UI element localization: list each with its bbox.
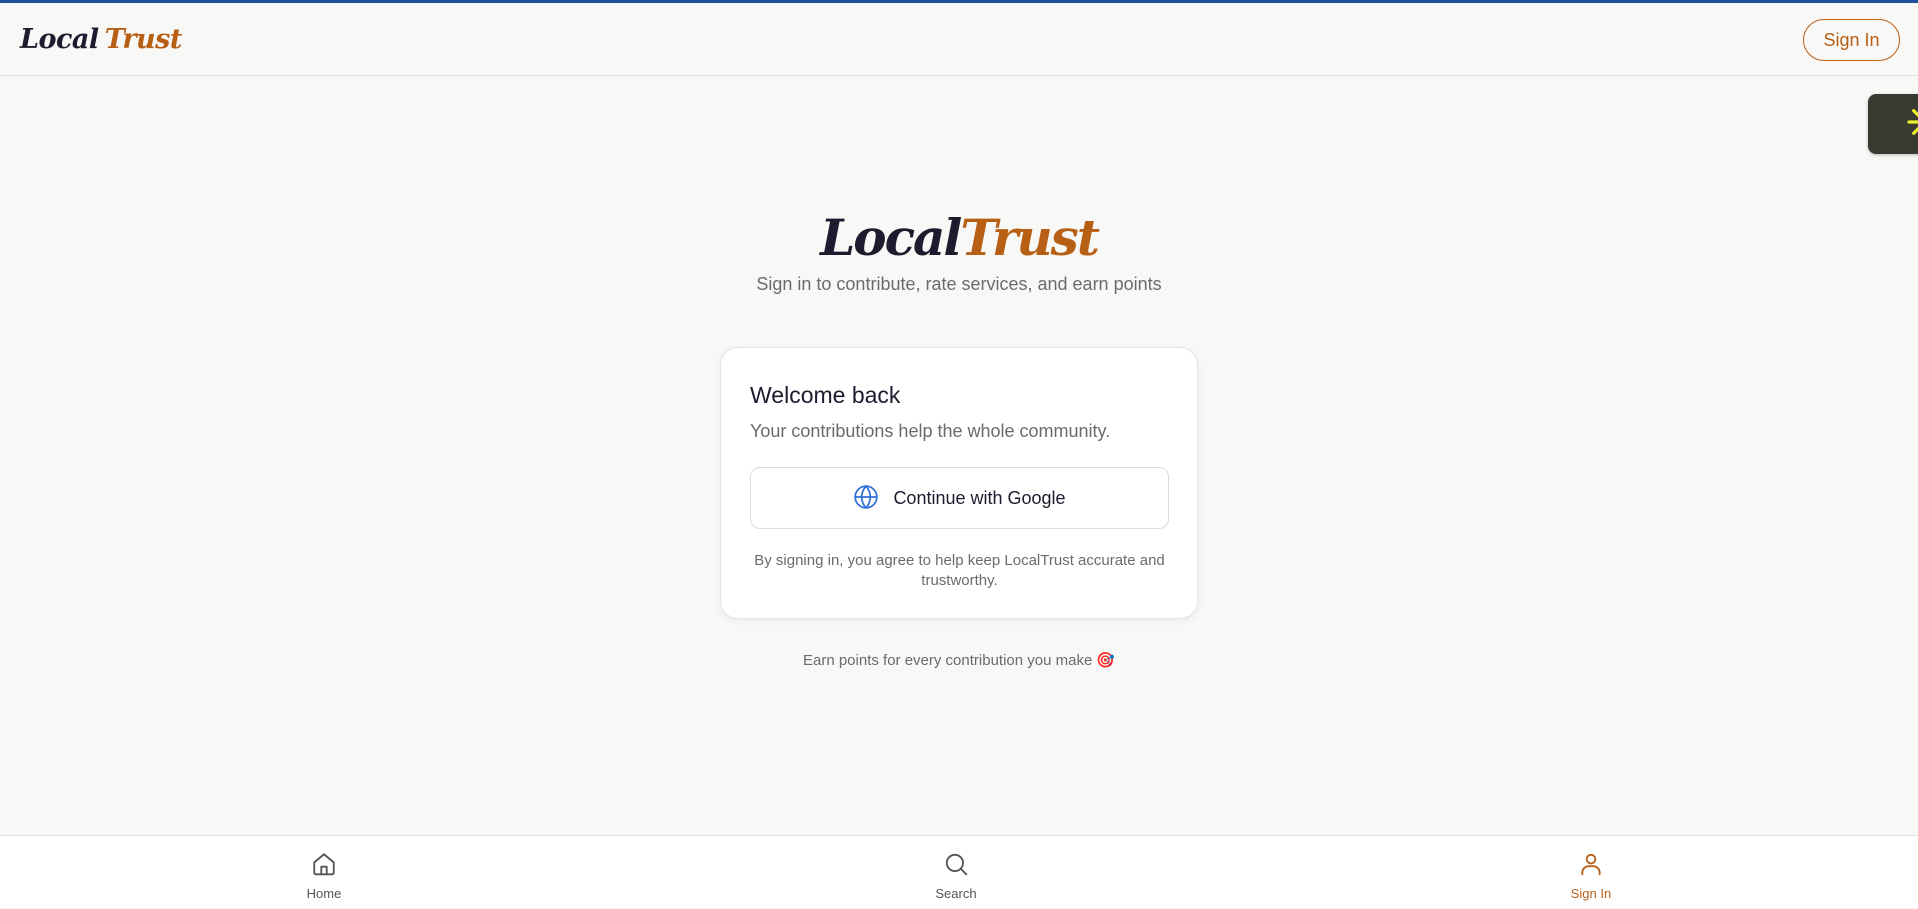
floating-widget[interactable] [1868,94,1918,154]
continue-with-google-button[interactable]: Continue with Google [750,467,1169,529]
header-sign-in-button[interactable]: Sign In [1803,19,1900,61]
google-button-label: Continue with Google [893,487,1066,508]
asterisk-icon [1906,103,1918,146]
hero-logo-word-trust: Trust [960,208,1100,267]
home-icon [311,851,337,882]
search-icon [943,851,969,882]
terms-note: By signing in, you agree to help keep Lo… [754,552,1165,589]
nav-item-search[interactable]: Search [896,836,1016,909]
header-logo[interactable]: Local Trust [20,24,182,56]
bottom-navigation: Home Search Sign In [0,835,1918,908]
nav-label-home: Home [306,886,342,901]
globe-icon [853,484,879,513]
sign-in-card: Welcome back Your contributions help the… [720,347,1198,619]
hero-logo-word-local: Local [820,208,962,267]
user-icon [1578,851,1604,882]
app-header: Local Trust Sign In [0,3,1918,76]
card-subtitle: Your contributions help the whole commun… [750,421,1111,441]
nav-label-search: Search [935,886,977,901]
nav-item-sign-in[interactable]: Sign In [1531,836,1651,909]
nav-item-home[interactable]: Home [264,836,384,909]
target-emoji-icon: 🎯 [1096,652,1115,669]
hero-logo: LocalTrust [0,208,1918,268]
logo-word-trust: Trust [104,24,183,55]
hero-tagline: Sign in to contribute, rate services, an… [756,274,1162,294]
card-title: Welcome back [750,382,901,408]
earn-points-text: Earn points for every contribution you m… [802,652,1093,669]
nav-label-sign-in: Sign In [1570,886,1612,901]
earn-points-note: Earn points for every contribution you m… [0,651,1918,671]
logo-word-local: Local [20,24,99,55]
